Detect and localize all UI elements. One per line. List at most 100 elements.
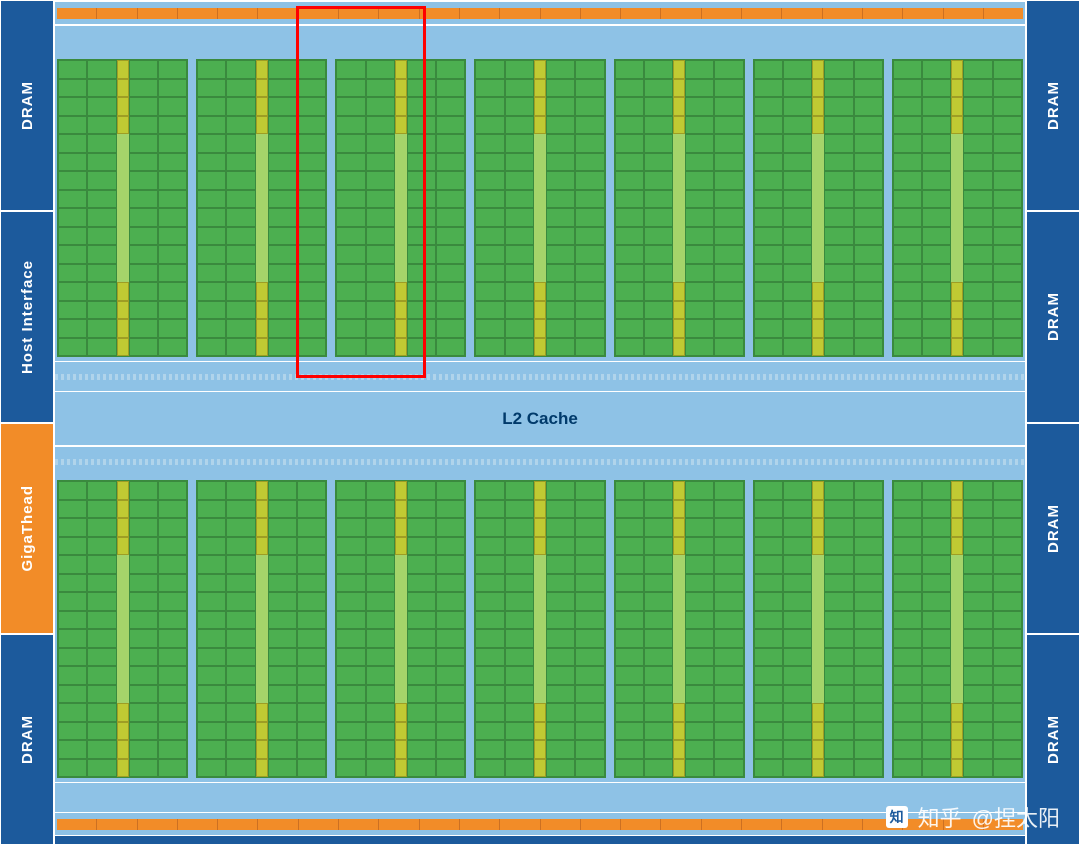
cuda-core <box>366 648 395 667</box>
cuda-core <box>407 190 436 209</box>
cuda-core <box>436 153 465 172</box>
cuda-core <box>226 611 255 630</box>
cuda-core <box>783 759 812 778</box>
cuda-core <box>993 592 1022 611</box>
cuda-core <box>475 264 504 283</box>
cuda-core <box>714 703 743 722</box>
ld-st-unit <box>673 759 685 778</box>
cuda-core-column <box>922 481 951 777</box>
cuda-core <box>407 153 436 172</box>
cuda-core <box>893 740 922 759</box>
cuda-core <box>297 60 326 79</box>
cuda-core <box>297 227 326 246</box>
cuda-core <box>854 722 883 741</box>
cuda-core <box>854 555 883 574</box>
cuda-core <box>366 592 395 611</box>
cuda-core <box>226 518 255 537</box>
cuda-core <box>366 500 395 519</box>
ld-st-unit <box>395 282 407 301</box>
cuda-core <box>407 264 436 283</box>
cuda-core <box>685 116 714 135</box>
cuda-core <box>87 629 116 648</box>
memory-controller-segment <box>138 8 178 19</box>
cuda-core-column <box>714 60 743 356</box>
memory-controller-bottom <box>55 812 1025 836</box>
ld-st-unit <box>395 518 407 537</box>
cuda-core <box>615 592 644 611</box>
cuda-core <box>644 190 673 209</box>
memory-controller-segment <box>97 8 137 19</box>
cuda-core <box>615 190 644 209</box>
ld-st-unit <box>951 500 963 519</box>
cuda-core <box>644 740 673 759</box>
cuda-core <box>575 481 604 500</box>
cuda-core-column <box>407 60 436 356</box>
cuda-core <box>436 648 465 667</box>
cuda-core <box>268 79 297 98</box>
cuda-core <box>546 555 575 574</box>
cuda-core <box>366 264 395 283</box>
cuda-core <box>854 134 883 153</box>
interconnect-bottom <box>55 446 1025 476</box>
cuda-core <box>297 245 326 264</box>
ld-st-unit <box>395 79 407 98</box>
ld-st-unit <box>951 518 963 537</box>
ld-st-unit <box>256 338 268 357</box>
cuda-core <box>268 282 297 301</box>
cuda-core <box>893 611 922 630</box>
cuda-core <box>854 338 883 357</box>
cuda-core <box>783 537 812 556</box>
cuda-core <box>158 574 187 593</box>
cuda-core-column <box>87 60 116 356</box>
cuda-core <box>993 190 1022 209</box>
cuda-core <box>615 685 644 704</box>
cuda-core <box>158 282 187 301</box>
cuda-core <box>993 481 1022 500</box>
cuda-core <box>158 537 187 556</box>
cuda-core <box>336 79 365 98</box>
sfu-cache <box>951 555 963 703</box>
cuda-core <box>87 703 116 722</box>
cuda-core <box>436 134 465 153</box>
cuda-core <box>824 60 853 79</box>
cuda-core <box>685 537 714 556</box>
cuda-core <box>87 97 116 116</box>
cuda-core <box>129 629 158 648</box>
cuda-core <box>87 301 116 320</box>
memory-controller-segment <box>823 8 863 19</box>
cuda-core <box>854 319 883 338</box>
cuda-core <box>436 79 465 98</box>
ld-st-unit <box>395 97 407 116</box>
cuda-core <box>87 116 116 135</box>
cuda-core <box>546 759 575 778</box>
cuda-core <box>129 537 158 556</box>
cuda-core <box>963 703 992 722</box>
cuda-core <box>963 338 992 357</box>
sfu-cache <box>117 134 129 282</box>
cuda-core <box>754 79 783 98</box>
zhihu-logo-icon: 知 <box>886 806 908 828</box>
cuda-core <box>993 500 1022 519</box>
interconnect-top <box>55 361 1025 391</box>
cuda-core <box>505 338 534 357</box>
cuda-core <box>436 703 465 722</box>
cuda-core <box>922 481 951 500</box>
cuda-core-column <box>615 60 644 356</box>
cuda-core <box>854 301 883 320</box>
cuda-core <box>575 537 604 556</box>
ld-st-unit <box>534 703 546 722</box>
cuda-core <box>268 153 297 172</box>
cuda-core <box>993 685 1022 704</box>
cuda-core <box>922 245 951 264</box>
cuda-core-column <box>993 60 1022 356</box>
cuda-core <box>336 60 365 79</box>
cuda-core <box>297 153 326 172</box>
sfu-cache <box>673 134 685 282</box>
cuda-core <box>336 759 365 778</box>
cuda-core <box>754 703 783 722</box>
ld-st-unit <box>395 319 407 338</box>
cuda-core <box>475 648 504 667</box>
cuda-core-column <box>297 481 326 777</box>
cuda-core <box>824 648 853 667</box>
cuda-core <box>268 116 297 135</box>
